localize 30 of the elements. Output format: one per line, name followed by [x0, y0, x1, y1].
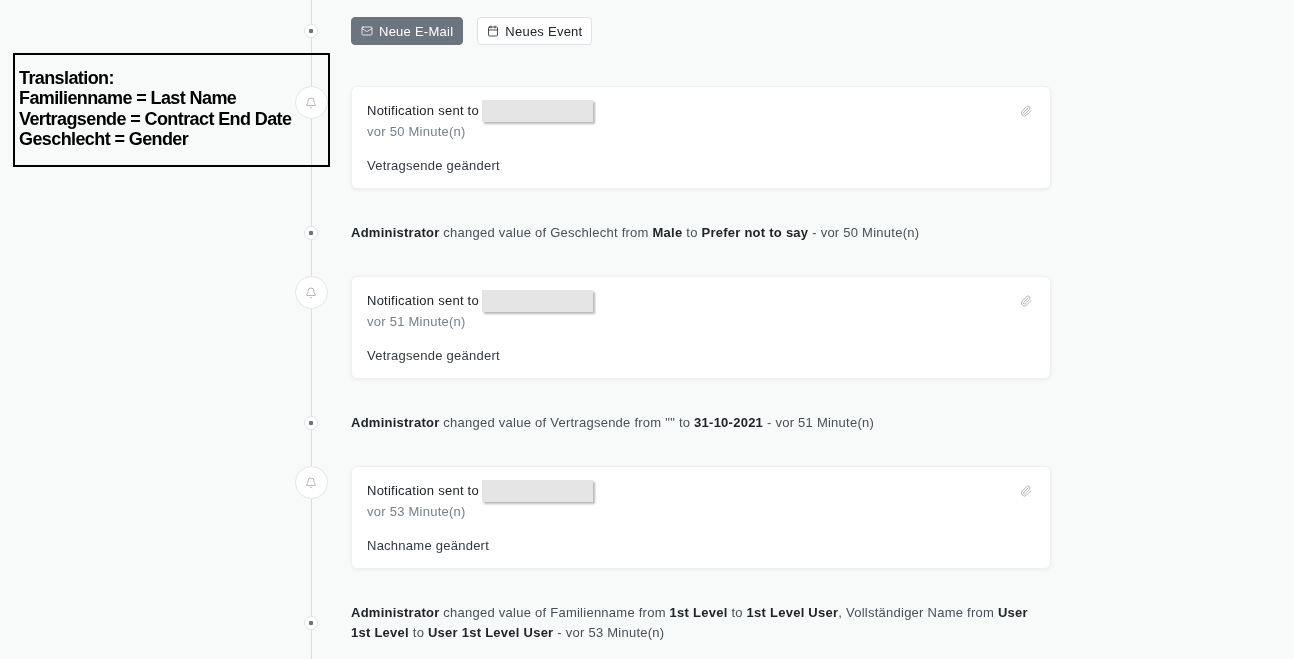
envelope-icon	[361, 25, 373, 37]
bell-icon	[294, 86, 328, 119]
paperclip-icon[interactable]	[1020, 295, 1032, 307]
new-email-button[interactable]: Neue E-Mail	[351, 17, 464, 45]
translation-line: Vertragsende = Contract End Date	[19, 108, 292, 130]
change-log-text: Administrator changed value of Familienname from 1st Level to 1st Level User, Vollständiger Name from User 1st Level to User 1st Level User - vor 53 Minute(n)	[351, 604, 1029, 642]
notification-time: vor 51 Minute(n)	[367, 313, 466, 331]
notification-title: Notification sent to	[367, 102, 479, 120]
translation-line: Geschlecht = Gender	[19, 129, 189, 150]
notification-message: Vetragsende geändert	[367, 347, 500, 365]
notification-message: Vetragsende geändert	[367, 157, 500, 175]
bell-icon	[294, 466, 328, 499]
change-log-text: Administrator changed value of Vertragsende from "" to 31-10-2021 - vor 51 Minute(n)	[351, 414, 876, 432]
translation-title: Translation:	[19, 68, 114, 89]
notification-time: vor 53 Minute(n)	[367, 503, 466, 521]
calendar-icon	[487, 25, 500, 37]
new-event-button[interactable]: Neues Event	[477, 17, 593, 45]
notification-time: vor 50 Minute(n)	[367, 123, 466, 141]
change-log-text: Administrator changed value of Geschlecht from Male to Prefer not to say - vor 50 Minute(n)	[351, 224, 921, 242]
paperclip-icon[interactable]	[1020, 485, 1032, 497]
paperclip-icon[interactable]	[1020, 105, 1032, 117]
notification-title: Notification sent to	[367, 482, 479, 500]
timeline-dot-icon	[304, 616, 318, 630]
notification-message: Nachname geändert	[367, 537, 490, 555]
translation-line: Familienname = Last Name	[19, 88, 237, 109]
timeline-dot-icon	[304, 226, 318, 240]
notification-title: Notification sent to	[367, 292, 479, 310]
timeline-dot-icon	[304, 416, 318, 430]
timeline-dot-icon	[304, 24, 318, 38]
bell-icon	[294, 276, 328, 309]
